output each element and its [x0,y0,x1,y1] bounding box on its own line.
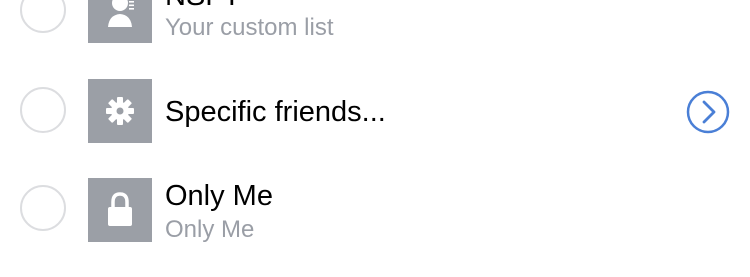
row-title: Specific friends... [165,96,386,128]
lock-icon [88,178,152,242]
list-item-specific-friends[interactable]: Specific friends... [0,70,750,160]
gear-icon [88,79,152,143]
row-subtitle: Only Me [165,216,255,243]
list-item-only-me[interactable]: Only Me Only Me [0,170,750,260]
radio-button[interactable] [20,0,66,33]
chevron-right-icon[interactable] [686,90,730,134]
row-title: Only Me [165,180,273,212]
custom-list-icon [88,0,152,43]
radio-button[interactable] [20,185,66,231]
list-item-custom-list[interactable]: NSFT Your custom list [0,0,750,56]
row-subtitle: Your custom list [165,14,334,41]
row-title: NSFT [165,0,241,11]
radio-button[interactable] [20,87,66,133]
